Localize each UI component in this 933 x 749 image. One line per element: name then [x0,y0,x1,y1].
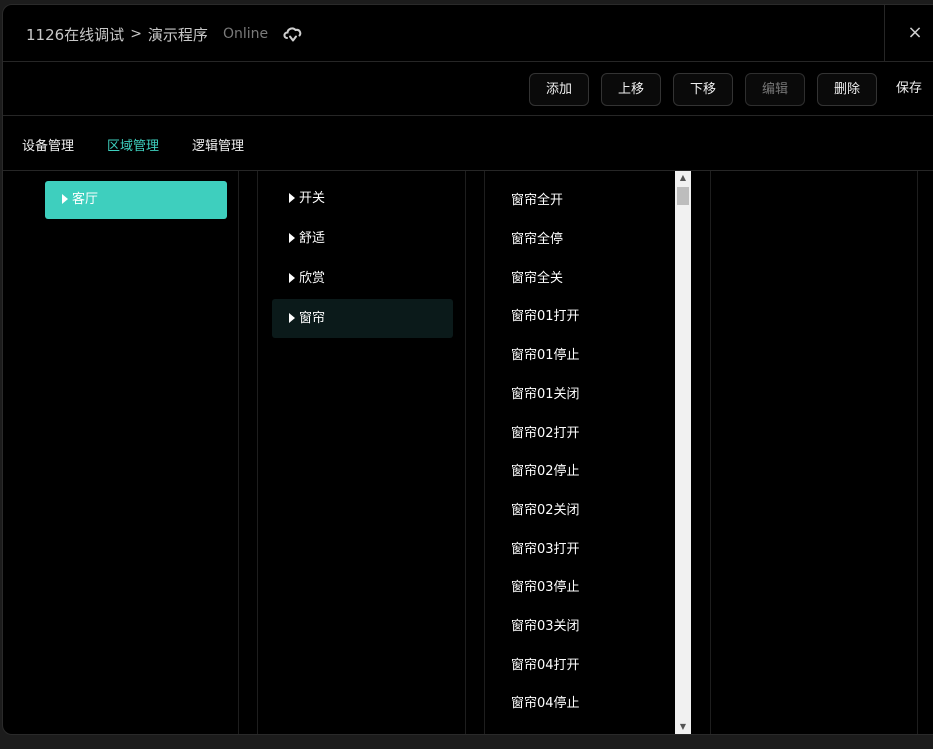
breadcrumb: 1126在线调试 > 演示程序 Online [26,22,304,46]
delete-button[interactable]: 删除 [817,73,877,106]
caret-right-icon [289,233,295,243]
scene-item[interactable]: 窗帘04打开 [511,654,580,673]
scroll-down-icon[interactable]: ▼ [675,720,691,734]
close-icon[interactable]: × [905,23,925,43]
tab-bar: 设备管理 区域管理 逻辑管理 [3,116,933,171]
connection-status: Online [222,26,269,42]
scene-item[interactable]: 窗帘03关闭 [511,615,580,634]
move-down-button[interactable]: 下移 [673,73,733,106]
scene-item[interactable]: 窗帘03打开 [511,538,580,557]
scroll-thumb[interactable] [677,187,689,205]
toolbar: 添加 上移 下移 编辑 删除 保存 [3,62,933,116]
close-area: × [884,5,933,62]
scene-item[interactable]: 窗帘01关闭 [511,383,580,402]
group-label: 欣赏 [299,271,326,286]
save-button[interactable]: 保存 [887,73,931,106]
dialog-window: 1126在线调试 > 演示程序 Online × 添加 上移 下移 编辑 删除 … [2,4,933,735]
group-label: 窗帘 [299,311,326,326]
edit-button[interactable]: 编辑 [745,73,805,106]
divider [917,171,918,734]
scene-item[interactable]: 窗帘02关闭 [511,499,580,518]
divider [257,171,258,734]
scene-item[interactable]: 窗帘全关 [511,267,563,286]
move-up-button[interactable]: 上移 [601,73,661,106]
divider [465,171,466,734]
group-item-curtain[interactable]: 窗帘 [272,299,453,338]
tab-logic-management[interactable]: 逻辑管理 [192,135,244,154]
group-item-switch[interactable]: 开关 [272,179,453,218]
area-item-living-room[interactable]: 客厅 [45,181,227,219]
scene-item[interactable]: 窗帘01停止 [511,344,580,363]
group-label: 开关 [299,191,326,206]
cloud-sync-icon[interactable] [282,25,304,43]
scroll-up-icon[interactable]: ▲ [675,171,691,185]
tab-area-management[interactable]: 区域管理 [107,135,159,154]
scene-item[interactable]: 窗帘全开 [511,189,563,208]
content-panels: 客厅 开关 舒适 欣赏 窗帘 窗帘全开 窗帘全停 窗帘全关 窗帘01打开 窗帘0… [3,171,933,734]
breadcrumb-project[interactable]: 1126在线调试 [26,24,124,45]
caret-right-icon [62,194,68,204]
scene-item[interactable]: 窗帘02打开 [511,422,580,441]
area-label: 客厅 [72,192,99,207]
divider [238,171,239,734]
scene-item[interactable]: 窗帘01打开 [511,305,580,324]
group-item-appreciate[interactable]: 欣赏 [272,259,453,298]
scene-list: 窗帘全开 窗帘全停 窗帘全关 窗帘01打开 窗帘01停止 窗帘01关闭 窗帘02… [485,171,675,734]
caret-right-icon [289,273,295,283]
caret-right-icon [289,193,295,203]
add-button[interactable]: 添加 [529,73,589,106]
scene-item[interactable]: 窗帘04停止 [511,692,580,711]
breadcrumb-separator: > [130,26,142,42]
scene-item[interactable]: 窗帘全停 [511,228,563,247]
scene-item[interactable]: 窗帘02停止 [511,460,580,479]
scrollbar[interactable]: ▲ ▼ [675,171,691,734]
title-bar: 1126在线调试 > 演示程序 Online × [3,5,933,62]
caret-right-icon [289,313,295,323]
divider [710,171,711,734]
group-label: 舒适 [299,231,326,246]
group-item-comfort[interactable]: 舒适 [272,219,453,258]
tab-device-management[interactable]: 设备管理 [22,135,74,154]
breadcrumb-program: 演示程序 [147,25,208,44]
scene-item[interactable]: 窗帘03停止 [511,576,580,595]
